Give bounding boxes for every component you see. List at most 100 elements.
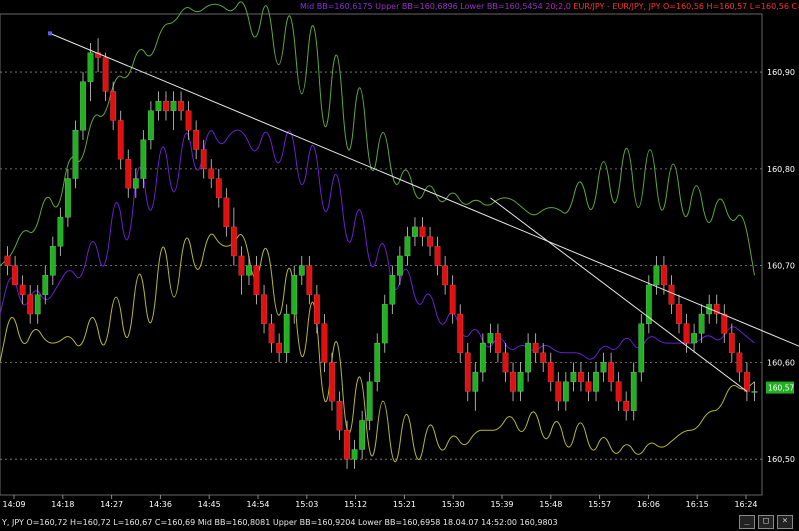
candle-body — [562, 381, 569, 402]
candle-body — [389, 275, 396, 305]
status-text: Y, JPY O=160,72 H=160,72 L=160,67 C=160,… — [2, 518, 558, 527]
candlestick-chart: 160,90 160,80 160,70 160,60 160,50 14:09 14:18… — [0, 0, 799, 531]
candle-body — [110, 91, 117, 121]
candle-body — [464, 352, 471, 392]
candle-body — [381, 304, 388, 344]
candle-body — [200, 149, 207, 169]
candle-body — [721, 313, 728, 334]
candle-body — [178, 100, 184, 111]
candle-body — [525, 342, 531, 373]
candle-body — [744, 371, 750, 392]
candle-body — [132, 178, 139, 189]
x-tick-label: 14:09 — [2, 500, 25, 509]
candle-body — [140, 139, 147, 179]
candle-body — [593, 371, 599, 392]
candle-body — [396, 255, 403, 276]
candle-body — [427, 236, 433, 247]
y-tick-label: 160,80 — [767, 165, 795, 174]
x-tick-label: 15:39 — [490, 500, 513, 509]
close-button[interactable]: × — [777, 515, 793, 529]
candle-body — [487, 333, 494, 344]
candle-body — [449, 284, 456, 315]
candle-body — [472, 371, 479, 392]
candle-body — [65, 178, 71, 218]
candle-body — [676, 304, 682, 324]
x-tick-label: 14:36 — [149, 500, 172, 509]
candle-body — [578, 371, 584, 382]
candle-body — [19, 284, 26, 295]
x-tick-label: 15:30 — [442, 500, 465, 509]
x-tick-label: 16:24 — [734, 500, 757, 509]
candle-body — [517, 371, 524, 392]
y-tick-label: 160,60 — [767, 358, 795, 367]
x-tick-label: 16:06 — [637, 500, 660, 509]
candle-body — [329, 362, 335, 402]
x-tick-label: 15:57 — [588, 500, 611, 509]
chart-svg[interactable]: 160,90 160,80 160,70 160,60 160,50 14:09 14:18… — [0, 0, 799, 531]
mid-bb-readout: Mid BB=160,6175 — [300, 2, 373, 11]
candle-body — [148, 110, 154, 140]
candle-body — [736, 352, 743, 373]
x-tick-label: 14:54 — [246, 500, 269, 509]
candle-body — [291, 275, 298, 315]
candle-body — [314, 294, 320, 324]
candle-body — [163, 100, 169, 111]
candle-body — [638, 323, 645, 373]
candle-body — [751, 391, 758, 393]
candle-body — [540, 352, 547, 363]
lower-bb-readout: Lower BB=160,5454 — [460, 2, 543, 11]
candle-body — [510, 371, 516, 392]
candle-body — [374, 342, 381, 382]
indicator-header: Mid BB=160,6175 Upper BB=160,6896 Lower … — [300, 2, 799, 12]
candle-body — [691, 333, 697, 344]
candle-body — [215, 178, 222, 199]
plot-frame — [0, 13, 763, 496]
candle-body — [193, 129, 200, 150]
x-tick-label: 14:45 — [198, 500, 221, 509]
maximize-button[interactable]: □ — [758, 515, 774, 529]
candle-body — [42, 275, 49, 295]
candle-body — [555, 381, 562, 402]
candle-body — [49, 246, 56, 276]
current-price-label: 160,57 — [768, 384, 794, 393]
trendline-anchor — [48, 31, 52, 36]
candle-body — [608, 362, 614, 382]
candle-body — [630, 371, 637, 411]
candle-body — [442, 265, 448, 286]
candle-body — [253, 265, 260, 295]
candle-body — [72, 129, 79, 179]
candle-body — [412, 226, 418, 237]
candle-body — [502, 352, 509, 373]
candle-body — [34, 294, 41, 315]
candle-body — [336, 400, 343, 431]
minimize-button[interactable]: _ — [739, 515, 755, 529]
candle-body — [261, 294, 267, 324]
x-tick-label: 15:48 — [539, 500, 562, 509]
candle-body — [600, 362, 607, 373]
x-tick-label: 15:03 — [295, 500, 318, 509]
candle-body — [238, 255, 245, 276]
candle-body — [683, 323, 690, 344]
candle-body — [12, 265, 18, 286]
x-tick-label: 14:18 — [51, 500, 74, 509]
candle-body — [457, 313, 464, 353]
candle-body — [231, 226, 237, 257]
candle-body — [102, 57, 109, 92]
candle-body — [117, 120, 124, 160]
candle-body — [366, 381, 373, 421]
candle-body — [57, 217, 64, 247]
candle-body — [351, 449, 358, 460]
upper-bb-line — [0, 1, 755, 276]
candle-body — [419, 226, 426, 237]
candle-body — [344, 430, 350, 460]
candle-body — [698, 313, 705, 334]
candle-body — [298, 265, 305, 276]
y-tick-label: 160,50 — [767, 455, 795, 464]
trendline — [49, 32, 799, 347]
upper-bb-readout: Upper BB=160,6896 — [375, 2, 458, 11]
candle-body — [27, 294, 34, 315]
candle-body — [570, 371, 577, 382]
x-tick-label: 16:15 — [686, 500, 709, 509]
candle-body — [321, 323, 328, 363]
x-tick-label: 15:12 — [344, 500, 367, 509]
